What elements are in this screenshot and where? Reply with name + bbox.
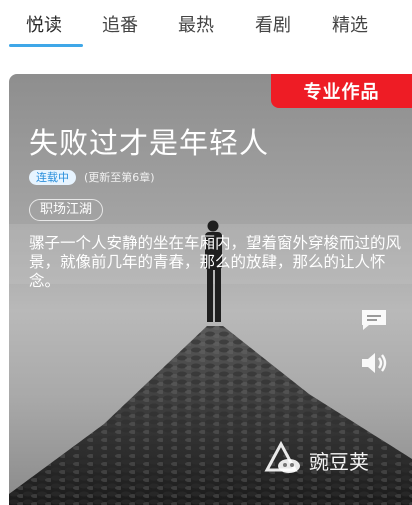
watermark: 豌豆荚 <box>261 436 411 482</box>
wandoujia-logo-icon <box>264 440 300 473</box>
tab-kanju[interactable]: 看剧 <box>255 11 291 37</box>
story-description: 骡子一个人安静的坐在车厢内，望着窗外穿梭而过的风景，就像前几年的青春，那么的放肆… <box>29 234 402 290</box>
pro-work-badge: 专业作品 <box>271 74 412 108</box>
top-tab-bar: 悦读 追番 最热 看剧 精选 <box>0 0 412 52</box>
status-row: 连载中 (更新至第6章) <box>29 169 155 185</box>
story-title: 失败过才是年轻人 <box>29 126 270 160</box>
active-tab-indicator <box>9 44 83 47</box>
comment-icon[interactable] <box>359 307 389 333</box>
watermark-text: 豌豆荚 <box>309 450 369 474</box>
story-card[interactable]: 专业作品 失败过才是年轻人 连载中 (更新至第6章) 职场江湖 骡子一个人安静的… <box>9 74 412 505</box>
serial-status-badge: 连载中 <box>29 169 76 185</box>
tab-jingxuan[interactable]: 精选 <box>332 11 368 37</box>
update-progress-text: (更新至第6章) <box>84 171 155 184</box>
tab-zhuifan[interactable]: 追番 <box>102 11 138 37</box>
genre-tag[interactable]: 职场江湖 <box>29 199 104 221</box>
tab-yuedu[interactable]: 悦读 <box>26 11 62 37</box>
sound-icon[interactable] <box>359 350 391 376</box>
tab-zuire[interactable]: 最热 <box>178 11 214 37</box>
